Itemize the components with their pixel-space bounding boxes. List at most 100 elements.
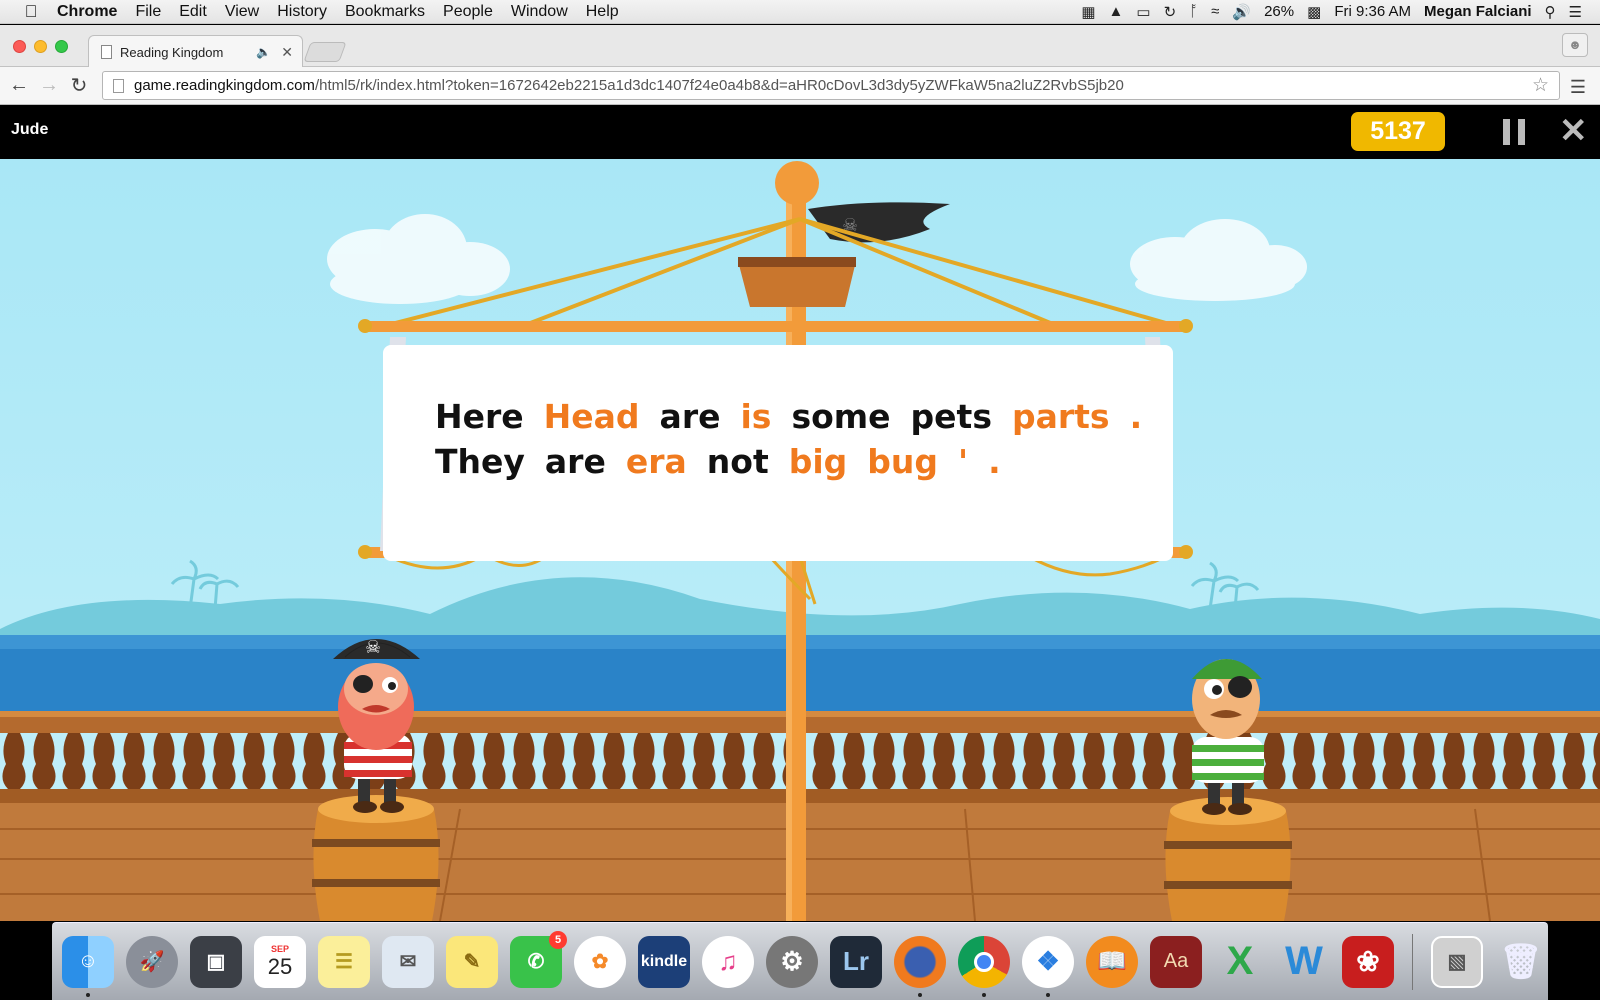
preview-icon[interactable]: ✉ xyxy=(382,935,434,988)
launchpad-icon[interactable]: 🚀 xyxy=(126,935,178,988)
word-choice[interactable]: era xyxy=(626,442,687,481)
word-choice[interactable]: . xyxy=(1130,397,1143,436)
trash-icon[interactable]: 🗑 xyxy=(1495,936,1547,988)
word-choice[interactable]: big xyxy=(789,442,848,481)
baluster xyxy=(1472,733,1496,789)
safari-icon[interactable]: ❖ xyxy=(1022,935,1074,997)
itunes-icon[interactable]: ♫ xyxy=(702,935,754,988)
address-bar[interactable]: game.readingkingdom.com /html5/rk/index.… xyxy=(102,71,1560,100)
profile-icon[interactable]: ☻ xyxy=(1562,33,1588,57)
baluster xyxy=(992,733,1016,789)
ibooks-icon[interactable]: 📖 xyxy=(1086,935,1138,988)
baluster xyxy=(122,733,146,789)
excel-icon[interactable]: X xyxy=(1214,936,1266,988)
menu-help[interactable]: Help xyxy=(577,3,628,21)
baluster xyxy=(1592,733,1600,789)
baluster xyxy=(1292,733,1316,789)
menu-app-name[interactable]: Chrome xyxy=(48,3,126,21)
airplay-icon[interactable]: ▭ xyxy=(1136,3,1150,21)
acrobat-icon[interactable]: ❀ xyxy=(1342,935,1394,988)
baluster xyxy=(92,733,116,789)
page-icon xyxy=(113,78,124,93)
word-choice[interactable]: is xyxy=(740,397,771,436)
baluster xyxy=(1322,733,1346,789)
baluster xyxy=(182,733,206,789)
game-header: Jude 5137 ✕ xyxy=(0,105,1600,159)
menu-edit[interactable]: Edit xyxy=(170,3,216,21)
baluster xyxy=(242,733,266,789)
baluster xyxy=(302,733,326,789)
word-choice[interactable]: parts xyxy=(1012,397,1110,436)
lightroom-icon[interactable]: Lr xyxy=(830,935,882,988)
battery-icon[interactable]: ▩ xyxy=(1307,3,1321,21)
user-name[interactable]: Megan Falciani xyxy=(1424,3,1532,20)
tab-close-icon[interactable]: ✕ xyxy=(281,44,293,61)
word-choice[interactable]: bug xyxy=(867,442,938,481)
chrome-menu-icon[interactable]: ☰ xyxy=(1570,77,1586,98)
menu-bookmarks[interactable]: Bookmarks xyxy=(336,3,434,21)
baluster xyxy=(602,733,626,789)
baluster xyxy=(1562,733,1586,789)
clock[interactable]: Fri 9:36 AM xyxy=(1334,3,1411,20)
menu-file[interactable]: File xyxy=(126,3,170,21)
wifi-icon[interactable]: ≈ xyxy=(1211,3,1219,20)
top-yard xyxy=(360,321,1190,332)
calendar-day: 25 xyxy=(267,953,293,979)
browser-tab[interactable]: Reading Kingdom 🔈 ✕ xyxy=(88,35,303,68)
baluster xyxy=(482,733,506,789)
word-choice[interactable]: . xyxy=(988,442,1001,481)
score-badge: 5137 xyxy=(1351,112,1445,151)
volume-icon[interactable]: 🔊 xyxy=(1232,3,1251,21)
calendar-icon[interactable]: SEP 25 xyxy=(254,935,306,988)
dictionary-icon[interactable]: Aa xyxy=(1150,935,1202,988)
close-icon[interactable]: ✕ xyxy=(1559,111,1588,151)
new-tab-button[interactable] xyxy=(303,42,347,62)
pause-icon[interactable] xyxy=(1503,119,1525,145)
reload-button[interactable]: ↻ xyxy=(64,73,94,98)
page-icon xyxy=(101,45,112,59)
finder-icon[interactable]: ☺ xyxy=(62,935,114,997)
stickies-icon[interactable]: ✎ xyxy=(446,935,498,988)
word-choice[interactable]: ' xyxy=(958,442,968,481)
window-zoom-button[interactable] xyxy=(55,40,68,53)
baluster xyxy=(902,733,926,789)
bookmark-star-icon[interactable]: ☆ xyxy=(1532,74,1549,97)
photos-icon[interactable]: ✿ xyxy=(574,935,626,988)
tab-audio-icon: 🔈 xyxy=(256,45,272,59)
word: are xyxy=(544,442,606,481)
facetime-icon[interactable]: ✆ 5 xyxy=(510,930,567,988)
notification-center-icon[interactable]: ☰ xyxy=(1569,3,1582,21)
apple-menu-icon[interactable]:  xyxy=(14,2,48,22)
kindle-icon[interactable]: kindle xyxy=(638,935,690,988)
forward-button[interactable]: → xyxy=(34,74,64,97)
firefox-icon[interactable] xyxy=(894,935,946,997)
google-drive-icon[interactable]: ▲ xyxy=(1109,3,1124,20)
word-icon[interactable]: W xyxy=(1278,936,1330,988)
window-close-button[interactable] xyxy=(13,40,26,53)
notes-icon[interactable]: ☰ xyxy=(318,935,370,988)
menu-history[interactable]: History xyxy=(268,3,336,21)
image-capture-icon[interactable]: ▣ xyxy=(190,935,242,988)
photo-stack-icon[interactable]: ▧ xyxy=(1431,935,1483,988)
system-preferences-icon[interactable]: ⚙ xyxy=(766,935,818,988)
window-minimize-button[interactable] xyxy=(34,40,47,53)
word: Here xyxy=(435,397,524,436)
baluster xyxy=(1022,733,1046,789)
back-button[interactable]: ← xyxy=(4,74,34,97)
menu-people[interactable]: People xyxy=(434,3,502,21)
time-machine-icon[interactable]: ↻ xyxy=(1164,3,1177,21)
sentence-line-2: They are era not big bug '. xyxy=(435,442,1021,481)
menu-window[interactable]: Window xyxy=(502,3,577,21)
baluster xyxy=(62,733,86,789)
baluster xyxy=(1382,733,1406,789)
chrome-icon[interactable] xyxy=(958,935,1010,997)
crows-nest xyxy=(738,261,856,307)
word-choice[interactable]: Head xyxy=(544,397,640,436)
spotlight-search-icon[interactable]: ⚲ xyxy=(1545,3,1556,21)
status-grid-icon[interactable]: ▦ xyxy=(1081,3,1095,21)
baluster xyxy=(152,733,176,789)
baluster xyxy=(632,733,656,789)
bluetooth-icon[interactable]: ᚩ xyxy=(1189,3,1198,20)
facetime-badge: 5 xyxy=(549,930,567,949)
menu-view[interactable]: View xyxy=(216,3,268,21)
